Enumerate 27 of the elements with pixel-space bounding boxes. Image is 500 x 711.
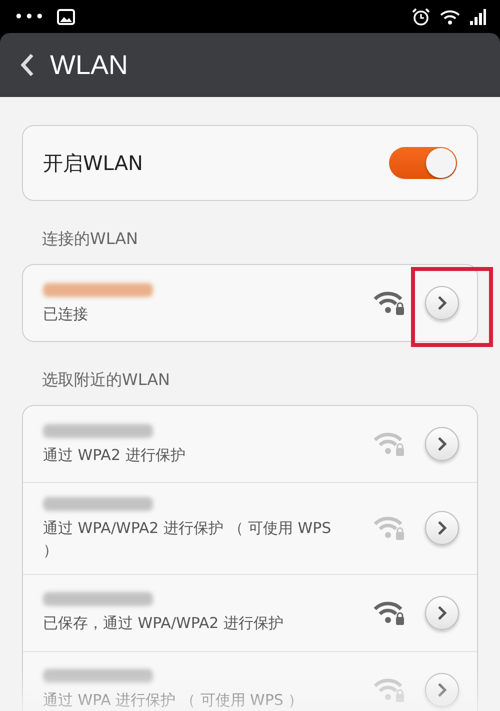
- details-button[interactable]: [425, 286, 459, 320]
- alarm-clock-icon: [412, 8, 430, 26]
- chevron-right-icon: [437, 437, 447, 451]
- wlan-switch[interactable]: [389, 147, 457, 179]
- chevron-right-icon: [437, 296, 447, 310]
- network-status: 通过 WPA2 进行保护: [43, 444, 186, 466]
- details-button[interactable]: [425, 511, 459, 546]
- chevron-right-icon: [437, 521, 447, 536]
- details-button[interactable]: [425, 427, 459, 461]
- chevron-right-icon: [437, 606, 447, 620]
- wifi-icon: [440, 8, 460, 24]
- signal-icon: [470, 8, 486, 24]
- image-icon: [57, 8, 76, 24]
- network-status: 已连接: [43, 304, 89, 325]
- network-status: 通过 WPA 进行保护 （ 可使用 WPS ）: [43, 690, 304, 711]
- network-status: 已保存，通过 WPA/WPA2 进行保护: [43, 613, 284, 634]
- back-button[interactable]: [20, 53, 34, 77]
- wlan-toggle-label: 开启WLAN: [43, 150, 144, 176]
- section-label: 选取附近的WLAN: [42, 370, 172, 391]
- page-title: WLAN: [50, 50, 128, 80]
- chevron-right-icon: [437, 682, 447, 696]
- back-icon: [20, 53, 34, 77]
- details-button[interactable]: [425, 596, 459, 630]
- network-status: 通过 WPA/WPA2 进行保护 （ 可使用 WPS ）: [43, 518, 332, 561]
- details-button[interactable]: [425, 672, 459, 706]
- notification-dots: •••: [14, 7, 46, 26]
- section-label: 连接的WLAN: [42, 229, 140, 250]
